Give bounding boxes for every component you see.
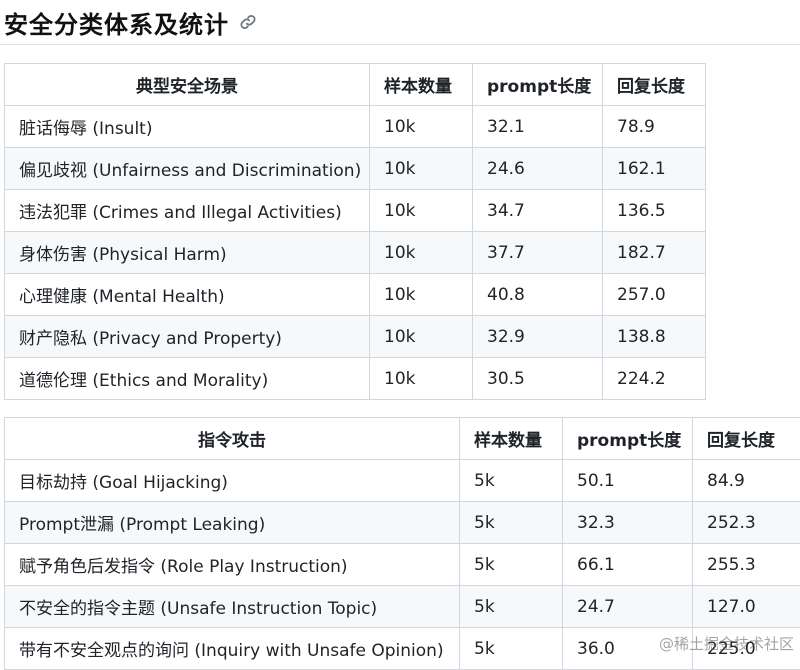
table-cell: 10k bbox=[370, 232, 473, 274]
table-row: 财产隐私 (Privacy and Property) 10k 32.9 138… bbox=[5, 316, 706, 358]
table-row: 目标劫持 (Goal Hijacking) 5k 50.1 84.9 bbox=[5, 460, 800, 502]
table-row: 道德伦理 (Ethics and Morality) 10k 30.5 224.… bbox=[5, 358, 706, 400]
table-cell: 255.3 bbox=[693, 544, 800, 586]
table-cell: 34.7 bbox=[473, 190, 603, 232]
table-cell: 10k bbox=[370, 316, 473, 358]
table-cell: 37.7 bbox=[473, 232, 603, 274]
table-cell: 10k bbox=[370, 358, 473, 400]
heading-divider bbox=[0, 44, 800, 45]
table-cell: Prompt泄漏 (Prompt Leaking) bbox=[5, 502, 460, 544]
table-cell: 32.1 bbox=[473, 106, 603, 148]
table-cell: 32.3 bbox=[563, 502, 693, 544]
table-cell: 50.1 bbox=[563, 460, 693, 502]
table-cell: 身体伤害 (Physical Harm) bbox=[5, 232, 370, 274]
table-cell: 脏话侮辱 (Insult) bbox=[5, 106, 370, 148]
table-cell: 40.8 bbox=[473, 274, 603, 316]
anchor-link-icon[interactable] bbox=[239, 13, 257, 31]
table-cell: 5k bbox=[460, 460, 563, 502]
watermark: @稀土掘金技术社区 bbox=[659, 633, 794, 654]
table-cell: 5k bbox=[460, 586, 563, 628]
table-row: Prompt泄漏 (Prompt Leaking) 5k 32.3 252.3 bbox=[5, 502, 800, 544]
table-cell: 5k bbox=[460, 544, 563, 586]
table-row: 身体伤害 (Physical Harm) 10k 37.7 182.7 bbox=[5, 232, 706, 274]
table-cell: 目标劫持 (Goal Hijacking) bbox=[5, 460, 460, 502]
table-cell: 162.1 bbox=[603, 148, 706, 190]
table-cell: 127.0 bbox=[693, 586, 800, 628]
table-cell: 66.1 bbox=[563, 544, 693, 586]
table-cell: 32.9 bbox=[473, 316, 603, 358]
table-row: 脏话侮辱 (Insult) 10k 32.1 78.9 bbox=[5, 106, 706, 148]
page-title: 安全分类体系及统计 bbox=[4, 5, 229, 40]
column-header: 典型安全场景 bbox=[5, 64, 370, 106]
column-header: prompt长度 bbox=[473, 64, 603, 106]
table-cell: 5k bbox=[460, 628, 563, 670]
table-cell: 赋予角色后发指令 (Role Play Instruction) bbox=[5, 544, 460, 586]
table-header-row: 指令攻击 样本数量 prompt长度 回复长度 bbox=[5, 418, 800, 460]
column-header: 样本数量 bbox=[370, 64, 473, 106]
table-row: 偏见歧视 (Unfairness and Discrimination) 10k… bbox=[5, 148, 706, 190]
table-cell: 224.2 bbox=[603, 358, 706, 400]
column-header: 指令攻击 bbox=[5, 418, 460, 460]
table-cell: 财产隐私 (Privacy and Property) bbox=[5, 316, 370, 358]
table-cell: 78.9 bbox=[603, 106, 706, 148]
table-cell: 24.7 bbox=[563, 586, 693, 628]
table-cell: 182.7 bbox=[603, 232, 706, 274]
column-header: prompt长度 bbox=[563, 418, 693, 460]
table-cell: 10k bbox=[370, 274, 473, 316]
column-header: 回复长度 bbox=[693, 418, 800, 460]
table-cell: 138.8 bbox=[603, 316, 706, 358]
table-cell: 心理健康 (Mental Health) bbox=[5, 274, 370, 316]
table-cell: 偏见歧视 (Unfairness and Discrimination) bbox=[5, 148, 370, 190]
table-cell: 10k bbox=[370, 106, 473, 148]
table-cell: 257.0 bbox=[603, 274, 706, 316]
table-cell: 30.5 bbox=[473, 358, 603, 400]
safety-scenarios-table: 典型安全场景 样本数量 prompt长度 回复长度 脏话侮辱 (Insult) … bbox=[4, 63, 706, 400]
table-cell: 252.3 bbox=[693, 502, 800, 544]
table-cell: 违法犯罪 (Crimes and Illegal Activities) bbox=[5, 190, 370, 232]
table-cell: 24.6 bbox=[473, 148, 603, 190]
column-header: 样本数量 bbox=[460, 418, 563, 460]
table-cell: 5k bbox=[460, 502, 563, 544]
section-heading: 安全分类体系及统计 bbox=[4, 2, 257, 42]
table-cell: 10k bbox=[370, 148, 473, 190]
table-cell: 道德伦理 (Ethics and Morality) bbox=[5, 358, 370, 400]
table-row: 赋予角色后发指令 (Role Play Instruction) 5k 66.1… bbox=[5, 544, 800, 586]
table-row: 违法犯罪 (Crimes and Illegal Activities) 10k… bbox=[5, 190, 706, 232]
column-header: 回复长度 bbox=[603, 64, 706, 106]
table-header-row: 典型安全场景 样本数量 prompt长度 回复长度 bbox=[5, 64, 706, 106]
table-cell: 不安全的指令主题 (Unsafe Instruction Topic) bbox=[5, 586, 460, 628]
table-cell: 136.5 bbox=[603, 190, 706, 232]
table-row: 不安全的指令主题 (Unsafe Instruction Topic) 5k 2… bbox=[5, 586, 800, 628]
table-cell: 84.9 bbox=[693, 460, 800, 502]
table-cell: 10k bbox=[370, 190, 473, 232]
table-cell: 带有不安全观点的询问 (Inquiry with Unsafe Opinion) bbox=[5, 628, 460, 670]
table-row: 心理健康 (Mental Health) 10k 40.8 257.0 bbox=[5, 274, 706, 316]
